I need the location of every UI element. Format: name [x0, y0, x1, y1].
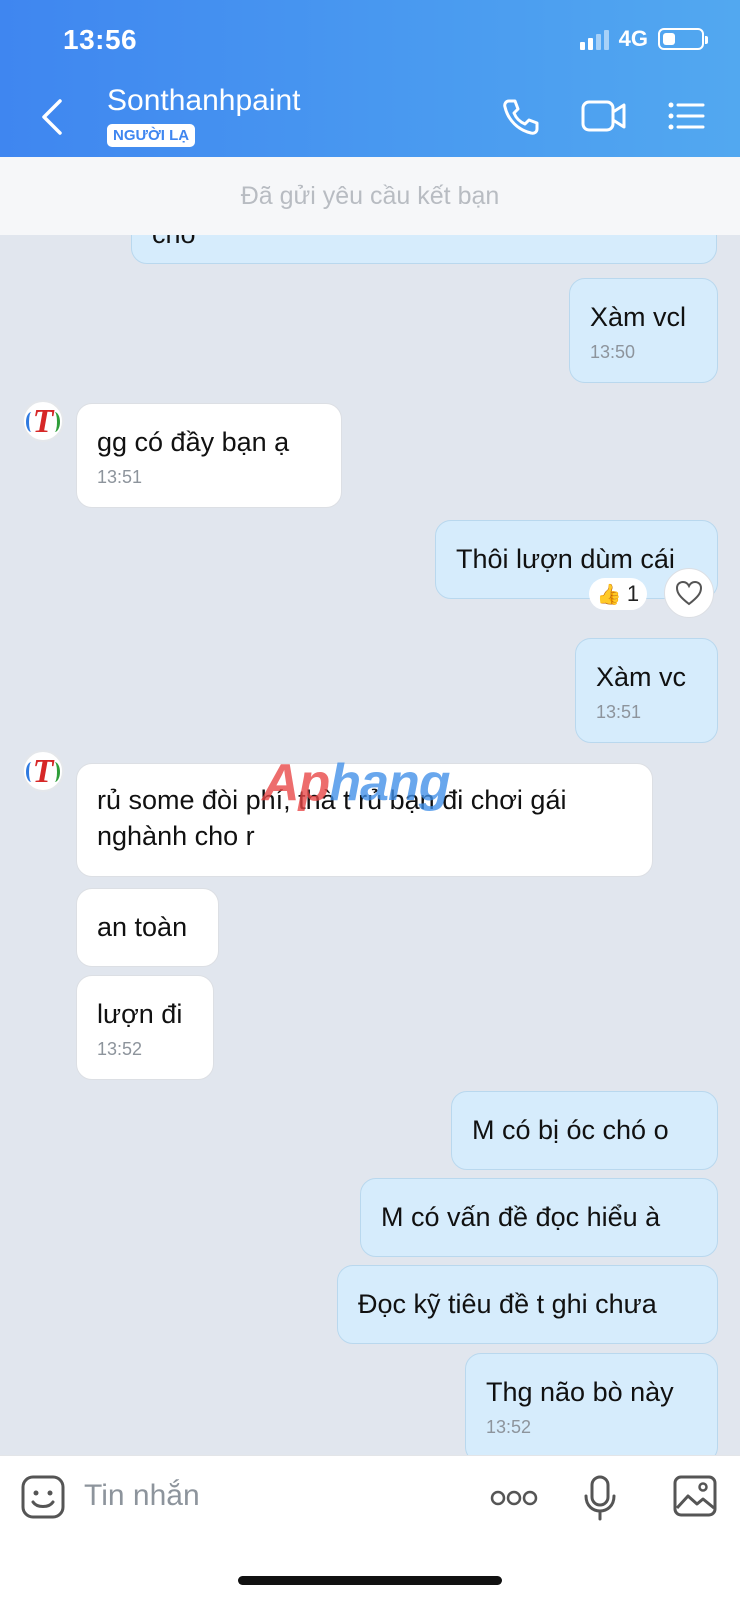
message-bubble-sent[interactable]: M có bị óc chó o — [451, 1091, 718, 1170]
microphone-icon[interactable] — [582, 1474, 618, 1522]
status-time: 13:56 — [63, 24, 138, 55]
thumbs-up-icon: 👍 — [596, 583, 622, 606]
video-call-icon[interactable] — [580, 96, 628, 136]
reaction-count: 1 — [626, 581, 640, 606]
message-time: 13:52 — [97, 1039, 143, 1059]
message-bubble-sent[interactable]: Đọc kỹ tiêu đề t ghi chưa — [337, 1265, 718, 1344]
message-text: M có vấn đề đọc hiểu à — [381, 1202, 661, 1232]
phone-call-icon[interactable] — [500, 96, 542, 138]
stranger-badge: NGƯỜI LẠ — [107, 124, 196, 147]
message-list[interactable]: cho Xàm vcl 13:50 T gg có đầy bạn ạ 13:5… — [0, 235, 740, 1455]
message-time: 13:51 — [97, 467, 143, 487]
message-text: rủ some đòi phí, thà t rủ bạn đi chơi gá… — [97, 785, 567, 851]
message-bubble-sent[interactable]: M có vấn đề đọc hiểu à — [360, 1178, 718, 1257]
contact-avatar[interactable]: T — [22, 400, 64, 442]
signal-icon — [579, 28, 609, 50]
menu-list-icon[interactable] — [666, 96, 706, 136]
contact-avatar[interactable]: T — [22, 750, 64, 792]
back-arrow-icon[interactable] — [34, 95, 70, 139]
message-bubble-received[interactable]: gg có đầy bạn ạ 13:51 — [76, 403, 342, 508]
message-text: an toàn — [97, 912, 188, 942]
more-options-icon[interactable] — [490, 1488, 538, 1508]
network-label: 4G — [618, 26, 648, 51]
message-time: 13:50 — [590, 342, 636, 362]
message-text: M có bị óc chó o — [472, 1115, 669, 1145]
react-heart-button[interactable] — [664, 568, 714, 618]
message-text: Xàm vcl — [590, 302, 687, 332]
message-text: gg có đầy bạn ạ — [97, 427, 290, 457]
home-indicator — [238, 1576, 502, 1585]
message-input[interactable]: Tin nhắn — [84, 1479, 200, 1513]
friend-request-banner: Đã gửi yêu cầu kết bạn — [0, 157, 740, 235]
image-gallery-icon[interactable] — [672, 1474, 718, 1518]
reaction-badge[interactable]: 👍 1 — [589, 578, 647, 610]
message-bubble-partial[interactable]: cho — [131, 235, 717, 264]
battery-icon — [658, 28, 708, 50]
message-bubble-received[interactable]: lượn đi 13:52 — [76, 975, 214, 1080]
status-indicators: 4G — [579, 26, 708, 52]
message-text: Thôi lượn dùm cái — [456, 544, 675, 574]
message-time: 13:52 — [486, 1417, 532, 1437]
chat-header: 13:56 4G Sonthanhpaint NGƯỜI LẠ — [0, 0, 740, 157]
message-bubble-received[interactable]: an toàn — [76, 888, 219, 967]
message-text: lượn đi — [97, 999, 183, 1029]
message-bubble-sent[interactable]: Thg não bò này 13:52 — [465, 1353, 718, 1455]
message-text: Đọc kỹ tiêu đề t ghi chưa — [358, 1289, 657, 1319]
message-text: Thg não bò này — [486, 1377, 674, 1407]
message-time: 13:51 — [596, 702, 642, 722]
heart-icon — [675, 580, 703, 606]
sticker-icon[interactable] — [20, 1474, 66, 1520]
message-bubble-sent[interactable]: Xàm vc 13:51 — [575, 638, 718, 743]
message-text: Xàm vc — [596, 662, 687, 692]
message-bubble-received[interactable]: rủ some đòi phí, thà t rủ bạn đi chơi gá… — [76, 763, 653, 877]
contact-name[interactable]: Sonthanhpaint — [107, 84, 301, 118]
message-bubble-sent[interactable]: Xàm vcl 13:50 — [569, 278, 718, 383]
